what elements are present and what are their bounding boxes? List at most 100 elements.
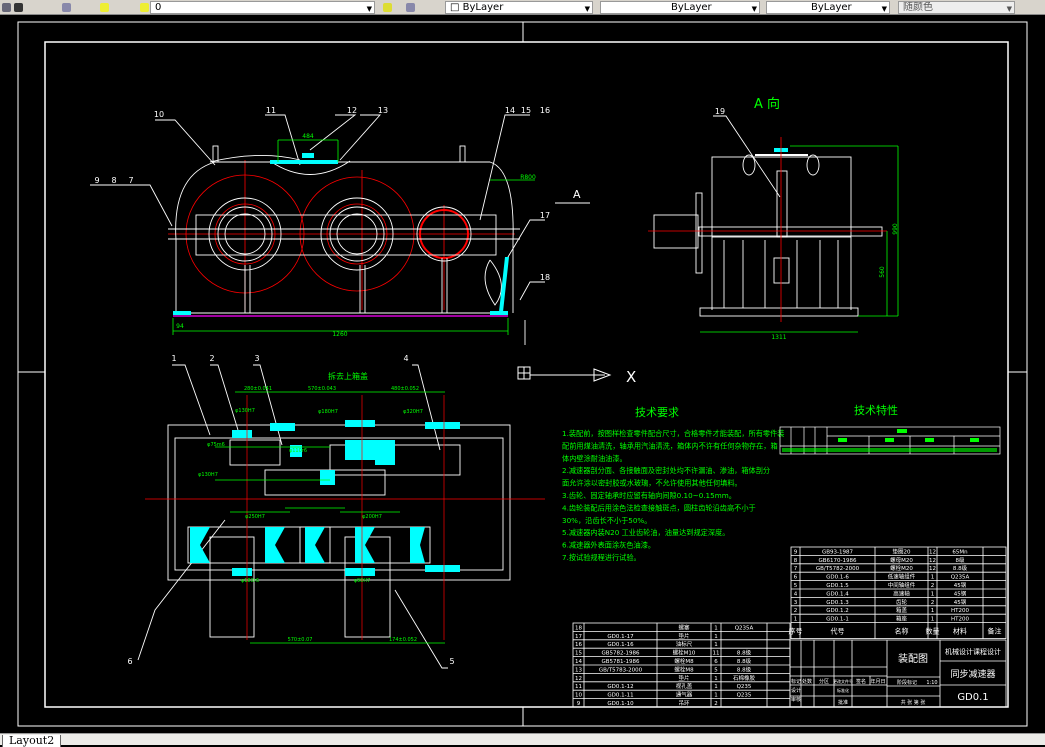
fit-label: φ130H7 xyxy=(198,472,218,478)
balloon-11: 11 xyxy=(266,106,276,115)
tech-requirement-line: 体内壁涂耐油油漆。 xyxy=(562,454,627,463)
parts-row: 15 GB5782-1986 螺栓M10 11 8.8级 xyxy=(575,649,752,657)
linetype-dropdown[interactable]: ByLayer ▼ xyxy=(600,1,760,14)
parts-cell: 9 xyxy=(794,549,798,555)
parts-cell: 1 xyxy=(931,617,935,623)
fit-label: φ130H7 xyxy=(235,408,255,414)
tech-requirement-line: 面允许涂以密封胶或水玻璃，不允许使用其他任何填料。 xyxy=(562,479,742,488)
label-zone: 分区 xyxy=(819,678,829,685)
parts-row: 3 GD0.1.3 齿轮 2 45钢 xyxy=(794,598,967,606)
parts-cell: 1 xyxy=(931,575,935,581)
layer-states-icon[interactable] xyxy=(62,3,71,12)
tech-requirements-title: 技术要求 xyxy=(635,406,679,419)
drawing-frame xyxy=(17,21,1028,727)
parts-cell: GD0.1-10 xyxy=(607,701,634,707)
parts-cell: GD0.1-12 xyxy=(607,684,633,690)
parts-row: 13 GB/T5783-2000 螺栓M8 5 8.8级 xyxy=(575,665,752,673)
dim-top-2: 570±0.043 xyxy=(308,386,336,392)
layer-previous-icon[interactable] xyxy=(406,3,415,12)
parts-cell: HT200 xyxy=(951,608,969,614)
parts-cell: GB/T5783-2000 xyxy=(599,667,643,673)
drawing-name: 同步减速器 xyxy=(950,668,995,680)
balloon-19: 19 xyxy=(715,107,725,116)
parts-list-upper: 9 GB93-1987 垫圈20 12 65Mn8 GB6170-1986 螺母M20 12 8… xyxy=(789,546,1007,639)
tab-layout2[interactable]: Layout2 xyxy=(2,735,62,747)
parts-cell: 1 xyxy=(931,608,935,614)
balloon-16: 16 xyxy=(540,106,550,115)
parts-cell: 45钢 xyxy=(954,598,967,606)
parts-header-cell: 名称 xyxy=(895,627,909,636)
lightbulb-icon[interactable] xyxy=(100,3,109,12)
parts-cell: GD0.1.3 xyxy=(826,600,849,606)
drawing-canvas[interactable]: 10 11 12 13 14 15 16 9 8 7 17 18 484 126… xyxy=(0,9,1045,733)
parts-cell: GD0.1-17 xyxy=(607,634,634,640)
label-sign: 签名 xyxy=(856,678,866,685)
balloon-5: 5 xyxy=(449,657,454,666)
parts-row: 6 GD0.1-6 低速轴组件 1 Q235A xyxy=(794,573,970,581)
parts-cell: 14 xyxy=(575,659,582,665)
chevron-down-icon: ▼ xyxy=(881,5,887,13)
parts-cell: 2 xyxy=(714,701,718,707)
parts-cell: 3 xyxy=(794,600,798,606)
side-view: A 向 19 1311 990 560 xyxy=(648,96,899,341)
parts-cell: GD0.1-6 xyxy=(826,575,849,581)
chevron-down-icon: ▼ xyxy=(366,5,372,13)
parts-cell: GD0.1-11 xyxy=(607,693,633,699)
parts-cell: 1 xyxy=(714,693,718,699)
parts-cell: 1 xyxy=(714,684,718,690)
label-review: 审核 xyxy=(791,696,801,703)
parts-cell: 螺栓M20 xyxy=(890,564,913,572)
parts-cell: 1 xyxy=(714,625,718,631)
balloon-18: 18 xyxy=(540,273,550,282)
layer-manager-icon[interactable] xyxy=(2,3,11,12)
balloon-6: 6 xyxy=(127,657,132,666)
lineweight-dropdown[interactable]: ByLayer ▼ xyxy=(766,1,890,14)
front-view: 10 11 12 13 14 15 16 9 8 7 17 18 484 126… xyxy=(90,106,590,345)
fit-label: φ250H7 xyxy=(245,514,265,520)
scale: 1:10 xyxy=(926,680,937,686)
parts-cell: 油标尺 xyxy=(676,640,693,648)
chevron-down-icon: ▼ xyxy=(584,5,590,13)
parts-cell: 中间轴组件 xyxy=(888,581,916,589)
tech-requirement-line: 7.按试验规程进行试验。 xyxy=(562,553,641,562)
tech-requirement-line: 配前用煤油清洗，轴承用汽油清洗，箱体内不许有任何杂物存在，箱 xyxy=(562,441,778,450)
parts-cell: 1 xyxy=(714,634,718,640)
parts-cell: 16 xyxy=(575,642,582,648)
tech-requirements: 技术要求 1.装配前，按图样检查零件配合尺寸，合格零件才能装配，所有零件装配前用… xyxy=(562,406,785,562)
fit-label: φ180r6 xyxy=(241,578,259,584)
drawing-type: 装配图 xyxy=(898,652,928,665)
plotstyle-dropdown[interactable]: 随颜色 ▼ xyxy=(898,1,1015,14)
parts-cell: 11 xyxy=(575,684,582,690)
parts-row: 7 GB/T5782-2000 螺栓M20 12 8.8级 xyxy=(794,564,968,572)
balloon-3: 3 xyxy=(254,354,259,363)
parts-cell: 5 xyxy=(714,667,718,673)
layer-previous-icon[interactable] xyxy=(14,3,23,12)
parts-cell: 高速轴 xyxy=(893,589,910,597)
parts-row: 16 GD0.1-16 油标尺 1 xyxy=(575,640,718,648)
label-count: 处数 xyxy=(802,678,812,685)
parts-cell: 8 xyxy=(794,558,798,564)
parts-cell: 15 xyxy=(575,651,582,657)
tech-requirement-line: 2.减速器剖分面、各接触面及密封处均不许漏油、渗油，箱体剖分 xyxy=(562,466,770,475)
parts-cell: 10 xyxy=(575,693,582,699)
parts-cell: 6 xyxy=(714,659,718,665)
make-current-layer-icon[interactable] xyxy=(383,3,392,12)
dim-height-axis: 560 xyxy=(879,266,886,278)
parts-cell: 8.8级 xyxy=(737,657,752,665)
parts-cell: GD0.1.5 xyxy=(826,583,849,589)
parts-header-cell: 材料 xyxy=(953,627,967,636)
parts-header-cell: 数量 xyxy=(926,627,940,636)
parts-cell: 2 xyxy=(931,600,935,606)
layer-dropdown[interactable]: 0 ▼ xyxy=(150,1,375,14)
color-dropdown[interactable]: □ ByLayer ▼ xyxy=(445,1,593,14)
parts-cell: 1 xyxy=(714,676,718,682)
parts-cell: GB5782-1986 xyxy=(601,651,640,657)
parts-cell: 2 xyxy=(931,583,935,589)
parts-row: 9 GD0.1-10 吊环 2 xyxy=(577,700,718,707)
drawing-code: GD0.1 xyxy=(957,692,988,703)
parts-cell: 45钢 xyxy=(954,581,967,589)
balloon-2: 2 xyxy=(209,354,214,363)
lock-icon[interactable] xyxy=(140,3,149,12)
parts-row: 14 GB5781-1986 螺栓M8 6 8.8级 xyxy=(575,657,752,665)
parts-cell: 18 xyxy=(575,625,582,631)
